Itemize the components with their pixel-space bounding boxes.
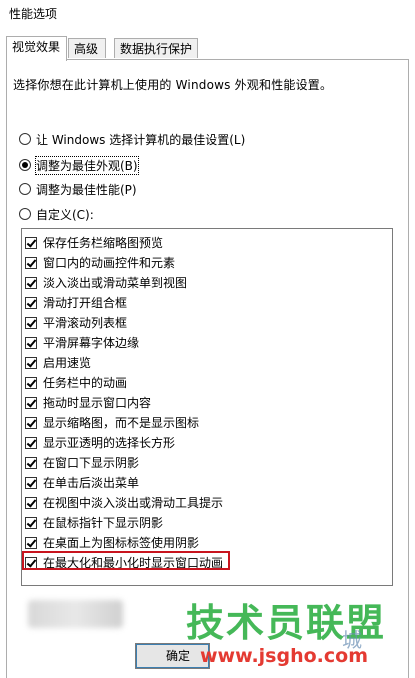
list-item[interactable]: 在最大化和最小化时显示窗口动画 [25,553,223,572]
checkbox[interactable] [25,436,37,449]
list-item[interactable]: 平滑屏幕字体边缘 [25,333,139,352]
radio-label: 让 Windows 选择计算机的最佳设置(L) [36,132,246,147]
radio-button[interactable] [19,133,31,145]
checkbox[interactable] [25,476,37,489]
list-item-label: 启用速览 [43,356,92,370]
list-item[interactable]: 启用速览 [25,353,91,372]
list-item[interactable]: 任务栏中的动画 [25,373,127,392]
tab-visual-effects[interactable]: 视觉效果 [6,36,67,61]
radio-label: 调整为最佳外观(B) [35,155,139,175]
radio-best-appearance[interactable]: 调整为最佳外观(B) [19,155,139,175]
checkbox[interactable] [25,236,37,249]
window-title: 性能选项 [9,7,58,21]
radio-button[interactable] [19,208,31,220]
list-item-label: 在鼠标指针下显示阴影 [43,516,164,530]
checkbox[interactable] [25,296,37,309]
watermark-url: www.jsgho.com [200,645,368,667]
checkbox[interactable] [25,536,37,549]
list-item[interactable]: 在桌面上为图标标签使用阴影 [25,533,199,552]
ok-button[interactable]: 确定 [135,643,210,669]
list-item[interactable]: 在单击后淡出菜单 [25,473,139,492]
tab-advanced[interactable]: 高级 [68,38,106,58]
radio-let-windows-choose[interactable]: 让 Windows 选择计算机的最佳设置(L) [19,131,245,147]
list-item[interactable]: 滑动打开组合框 [25,293,127,312]
list-item-label: 拖动时显示窗口内容 [43,396,152,410]
title-bar: 性能选项 [0,0,415,30]
list-item-label: 在视图中淡入淡出或滑动工具提示 [43,496,224,510]
list-item[interactable]: 窗口内的动画控件和元素 [25,253,175,272]
radio-label: 自定义(C): [36,207,94,222]
list-item-label: 平滑滚动列表框 [43,316,128,330]
checkbox[interactable] [25,276,37,289]
list-item[interactable]: 淡入淡出或滑动菜单到视图 [25,273,187,292]
blurred-region [28,600,123,628]
list-item-label: 保存任务栏缩略图预览 [43,236,164,250]
list-item-label: 平滑屏幕字体边缘 [43,336,140,350]
list-item[interactable]: 显示亚透明的选择长方形 [25,433,175,452]
list-item-label: 滑动打开组合框 [43,296,128,310]
radio-button[interactable] [19,159,31,171]
checkbox[interactable] [25,556,37,569]
list-item-label: 在桌面上为图标标签使用阴影 [43,536,200,550]
list-item-label: 显示亚透明的选择长方形 [43,436,176,450]
checkbox[interactable] [25,396,37,409]
list-item-label: 淡入淡出或滑动菜单到视图 [43,276,188,290]
list-item[interactable]: 保存任务栏缩略图预览 [25,233,163,252]
checkbox[interactable] [25,456,37,469]
list-item[interactable]: 在鼠标指针下显示阴影 [25,513,163,532]
list-item[interactable]: 显示缩略图，而不是显示图标 [25,413,199,432]
list-item[interactable]: 拖动时显示窗口内容 [25,393,151,412]
radio-button[interactable] [19,183,31,195]
tab-data-execution-prevention[interactable]: 数据执行保护 [114,38,198,58]
list-item-label: 在窗口下显示阴影 [43,456,140,470]
list-item-label: 在最大化和最小化时显示窗口动画 [43,556,224,570]
radio-best-performance[interactable]: 调整为最佳性能(P) [19,181,137,197]
tab-strip: 视觉效果 高级 数据执行保护 [0,30,415,61]
radio-label: 调整为最佳性能(P) [36,182,137,197]
list-item[interactable]: 在窗口下显示阴影 [25,453,139,472]
list-item[interactable]: 平滑滚动列表框 [25,313,127,332]
radio-custom[interactable]: 自定义(C): [19,206,94,222]
list-item-label: 显示缩略图，而不是显示图标 [43,416,200,430]
visual-effects-list[interactable]: 保存任务栏缩略图预览 窗口内的动画控件和元素 淡入淡出或滑动菜单到视图 滑动打开… [21,228,393,586]
checkbox[interactable] [25,356,37,369]
list-item[interactable]: 在视图中淡入淡出或滑动工具提示 [25,493,223,512]
checkbox[interactable] [25,516,37,529]
description-text: 选择你想在此计算机上使用的 Windows 外观和性能设置。 [13,78,333,92]
list-item-label: 在单击后淡出菜单 [43,476,140,490]
checkbox[interactable] [25,376,37,389]
checkbox[interactable] [25,416,37,429]
checkbox[interactable] [25,256,37,269]
checkbox[interactable] [25,336,37,349]
checkbox[interactable] [25,316,37,329]
list-item-label: 任务栏中的动画 [43,376,128,390]
checkbox[interactable] [25,496,37,509]
list-item-label: 窗口内的动画控件和元素 [43,256,176,270]
